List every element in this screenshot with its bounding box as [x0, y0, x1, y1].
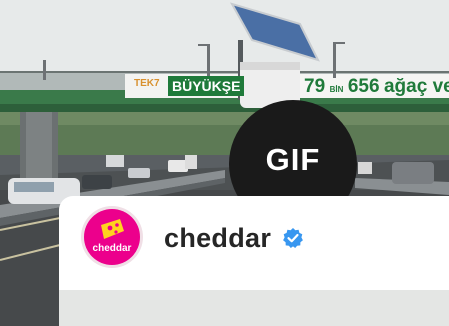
- cheese-icon: [101, 219, 124, 239]
- billboard-tail-text: ağaç ve: [383, 76, 449, 97]
- avatar[interactable]: cheddar: [81, 206, 143, 268]
- billboard-count-unit: BİN: [329, 85, 344, 94]
- username[interactable]: cheddar: [164, 223, 271, 254]
- billboard-left-text: TEK7: [134, 78, 160, 89]
- verified-check-icon: [283, 228, 303, 248]
- gif-badge-label: GIF: [265, 142, 321, 177]
- next-post-preview: [59, 290, 449, 326]
- cheddar-logo-icon: cheddar: [84, 209, 140, 265]
- avatar-text: cheddar: [92, 243, 132, 254]
- billboard-count-prefix: 79: [304, 76, 326, 97]
- billboard-brand-text: BÜYÜKŞE: [168, 76, 245, 96]
- billboard-count: 79 BİN 656 ağaç ve: [304, 76, 449, 98]
- billboard-count-number: 656: [347, 76, 380, 97]
- profile-card: cheddar cheddar: [59, 196, 449, 290]
